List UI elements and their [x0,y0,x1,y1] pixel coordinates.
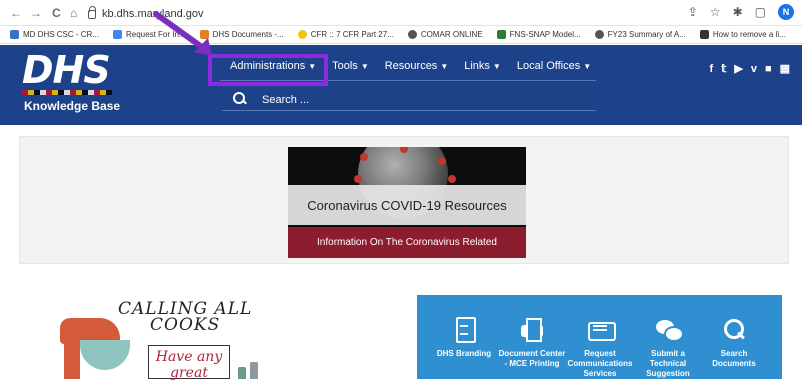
bookmark-label: FNS-SNAP Model... [509,30,581,39]
promo-line-3: Have any [155,349,223,365]
nav-links[interactable]: Links ▼ [456,58,509,74]
flickr-icon[interactable]: ■ [765,63,772,75]
promo-line-2: COOKS [150,315,221,335]
covid-title-band: Coronavirus COVID-19 Resources [288,185,526,225]
browser-actions: ⇪ ☆ ✱ ▢ N [688,4,794,20]
lock-icon [88,5,96,19]
site-subtitle: Knowledge Base [24,99,121,113]
resource-technical-suggestion[interactable]: Submit a Technical Suggestion [633,317,703,379]
bookmark-label: DHS Documents -... [212,30,284,39]
bookmark-favicon-icon [699,30,709,39]
virus-spike [448,175,456,183]
bookmark-label: CFR :: 7 CFR Part 27... [310,30,394,39]
vimeo-icon[interactable]: v [751,63,757,75]
facebook-icon[interactable]: f [710,63,714,75]
resource-label: Search Documents [712,349,756,368]
bookmark-item[interactable]: CFR :: 7 CFR Part 27... [297,30,394,39]
search-input[interactable] [262,93,562,106]
share-icon[interactable]: ⇪ [688,5,698,19]
bookmark-favicon-icon [297,30,307,39]
bookmark-label: FY23 Summary of A... [607,30,686,39]
nav-resources[interactable]: Resources ▼ [377,58,457,74]
bottles-image [236,360,266,379]
nav-label: Links [464,60,490,72]
covid-title: Coronavirus COVID-19 Resources [307,197,507,213]
bookmarks-bar: MD DHS CSC - CR... Request For In... DHS… [0,26,802,44]
caret-down-icon: ▼ [583,62,592,71]
bookmark-favicon-icon [10,30,19,39]
youtube-icon[interactable]: ▶ [734,62,742,75]
reload-icon[interactable]: C [52,6,61,20]
promo-heading: CALLING ALL COOKS [118,301,252,335]
bookmark-item[interactable]: FY23 Summary of A... [594,30,686,39]
annotation-arrow-icon [153,11,212,56]
virus-spike [438,157,446,165]
virus-spike [354,175,362,183]
recipe-card: Have any great [148,345,230,381]
caret-down-icon: ▼ [360,62,369,71]
bookmark-label: MD DHS CSC - CR... [23,30,99,39]
keyboard-icon [586,317,616,345]
bookmark-item[interactable]: MD DHS CSC - CR... [10,30,99,39]
twitter-icon[interactable]: 𝕥 [721,62,726,75]
maryland-flag-stripe [22,90,112,95]
resource-label: Request Communications Services [567,349,633,378]
search-icon [720,317,748,345]
dhs-logo[interactable]: DHS [22,48,111,92]
caret-down-icon: ▼ [492,62,501,71]
resource-dhs-branding[interactable]: DHS Branding [429,317,499,359]
document-icon [450,317,478,345]
printer-icon [518,317,546,345]
resource-label: Submit a Technical Suggestion [646,349,690,378]
bookmark-label: How to remove a li... [712,30,786,39]
resource-label: Document Center - MCE Printing [498,349,566,368]
bookmark-favicon-icon [407,30,417,39]
virus-spike [360,153,368,161]
search-icon[interactable] [232,91,250,109]
bottle [250,362,258,379]
site-header [0,45,802,125]
stand-mixer-base [64,342,80,379]
covid-subtitle: Information On The Coronavirus Related [317,237,497,248]
bookmark-favicon-icon [113,30,122,39]
chat-icon [654,317,684,345]
covid-subtitle-band: Information On The Coronavirus Related [288,227,526,258]
resource-document-center[interactable]: Document Center - MCE Printing [497,317,567,369]
browser-toolbar: ← → C ⌂ kb.dhs.maryland.gov ⇪ ☆ ✱ ▢ N [0,0,802,26]
profile-avatar[interactable]: N [778,4,794,20]
social-links: f 𝕥 ▶ v ■ ▦ [710,62,790,76]
bookmark-star-icon[interactable]: ☆ [710,5,721,19]
extensions-icon[interactable]: ✱ [733,5,743,19]
nav-local-offices[interactable]: Local Offices ▼ [509,58,599,74]
site-search [222,89,596,111]
covid-resources-card[interactable]: Coronavirus COVID-19 Resources Informati… [288,147,526,258]
bookmark-item[interactable]: How to remove a li... [699,30,786,39]
annotation-highlight-box [208,54,328,86]
nav-label: Resources [384,60,438,72]
bookmark-label: COMAR ONLINE [420,30,483,39]
quick-resources-panel: DHS Branding Document Center - MCE Print… [417,295,782,379]
resource-communications[interactable]: Request Communications Services [565,317,635,379]
bookmark-item[interactable]: COMAR ONLINE [407,30,483,39]
forward-arrow-icon[interactable]: → [30,6,42,20]
bookmark-item[interactable]: FNS-SNAP Model... [496,30,581,39]
nav-label: Local Offices [516,60,581,72]
caret-down-icon: ▼ [440,62,449,71]
side-panel-icon[interactable]: ▢ [755,5,766,19]
home-icon[interactable]: ⌂ [70,6,77,20]
resource-search-documents[interactable]: Search Documents [699,317,769,369]
back-arrow-icon[interactable]: ← [10,6,22,20]
nav-tools[interactable]: Tools ▼ [324,58,377,74]
nav-label: Tools [332,60,358,72]
bookmark-favicon-icon [594,30,604,39]
resource-label: DHS Branding [436,349,492,358]
bottle [238,367,246,379]
bookmark-favicon-icon [496,30,506,39]
newsletter-icon[interactable]: ▦ [780,62,790,75]
